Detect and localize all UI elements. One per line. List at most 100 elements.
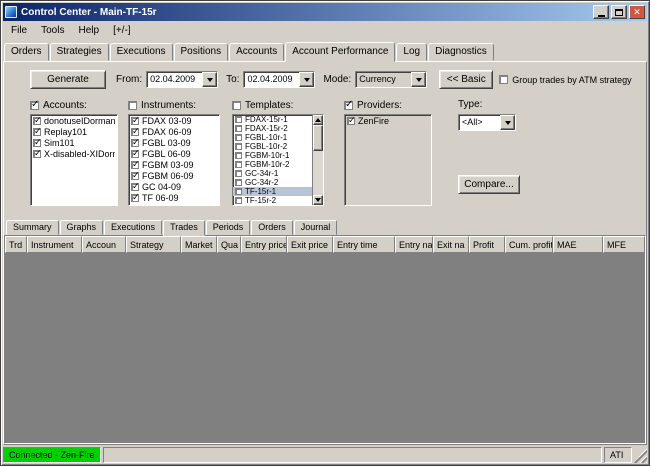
template-checkbox[interactable] bbox=[235, 134, 242, 141]
instrument-checkbox[interactable] bbox=[131, 160, 140, 169]
templates-listbox[interactable]: FDAX-15r-1 FDAX-15r-2 FGBL-10r-1 FGBL-10… bbox=[232, 114, 324, 206]
provider-checkbox[interactable] bbox=[347, 116, 356, 125]
accounts-select-all-checkbox[interactable] bbox=[30, 100, 39, 110]
compare-button[interactable]: Compare... bbox=[458, 175, 520, 194]
results-tab[interactable]: Executions bbox=[104, 220, 163, 235]
from-dropdown-button[interactable] bbox=[202, 72, 218, 87]
instrument-checkbox[interactable] bbox=[131, 149, 140, 158]
results-tab[interactable]: Periods bbox=[205, 220, 251, 235]
account-list-item[interactable]: X-disabled-XIDorm bbox=[31, 148, 117, 159]
basic-toggle-button[interactable]: << Basic bbox=[439, 70, 494, 89]
main-tab[interactable]: Log bbox=[396, 43, 428, 61]
mode-dropdown-button[interactable] bbox=[411, 72, 427, 87]
trades-column-header[interactable]: Exit na bbox=[433, 236, 469, 253]
menu-item[interactable]: File bbox=[4, 23, 34, 38]
template-checkbox[interactable] bbox=[235, 116, 242, 123]
trades-column-header[interactable]: Profit bbox=[469, 236, 505, 253]
trades-column-header[interactable]: MAE bbox=[553, 236, 603, 253]
main-tab[interactable]: Diagnostics bbox=[428, 43, 494, 61]
providers-listbox[interactable]: ZenFire bbox=[344, 114, 432, 206]
results-tab[interactable]: Graphs bbox=[59, 220, 104, 235]
template-list-item[interactable]: FGBL-10r-1 bbox=[233, 133, 312, 142]
main-tab[interactable]: Orders bbox=[4, 43, 49, 61]
template-checkbox[interactable] bbox=[235, 179, 242, 186]
menu-item[interactable]: Help bbox=[71, 23, 106, 38]
trades-column-header[interactable]: Entry time bbox=[333, 236, 395, 253]
template-list-item[interactable]: GC-34r-1 bbox=[233, 169, 312, 178]
to-dropdown-button[interactable] bbox=[299, 72, 315, 87]
template-list-item[interactable]: FDAX-15r-2 bbox=[233, 124, 312, 133]
template-checkbox[interactable] bbox=[235, 161, 242, 168]
instrument-list-item[interactable]: FGBM 06-09 bbox=[129, 170, 219, 181]
main-tab[interactable]: Strategies bbox=[49, 43, 109, 61]
main-tab[interactable]: Accounts bbox=[229, 43, 285, 61]
generate-button[interactable]: Generate bbox=[30, 70, 106, 89]
trades-column-header[interactable]: Market bbox=[181, 236, 217, 253]
instrument-checkbox[interactable] bbox=[131, 171, 140, 180]
instrument-list-item[interactable]: FGBL 03-09 bbox=[129, 137, 219, 148]
account-list-item[interactable]: donotuseIDorman bbox=[31, 115, 117, 126]
template-checkbox[interactable] bbox=[235, 152, 242, 159]
type-dropdown-button[interactable] bbox=[500, 115, 515, 130]
scrollbar-thumb[interactable] bbox=[313, 125, 323, 151]
template-list-item[interactable]: TF-15r-2 bbox=[233, 196, 312, 205]
from-date-combo[interactable]: 02.04.2009 bbox=[146, 71, 219, 88]
trades-column-header[interactable]: MFE bbox=[603, 236, 645, 253]
trades-column-header[interactable]: Instrument bbox=[27, 236, 82, 253]
template-list-item[interactable]: FGBM-10r-1 bbox=[233, 151, 312, 160]
results-tab[interactable]: Orders bbox=[251, 220, 293, 235]
maximize-button[interactable] bbox=[611, 5, 627, 19]
resize-grip-icon[interactable] bbox=[634, 447, 647, 463]
template-list-item[interactable]: GC-34r-2 bbox=[233, 178, 312, 187]
instrument-list-item[interactable]: TF 06-09 bbox=[129, 192, 219, 203]
template-checkbox[interactable] bbox=[235, 197, 242, 204]
menu-item[interactable]: [+/-] bbox=[106, 23, 138, 38]
template-checkbox[interactable] bbox=[235, 188, 242, 195]
instrument-list-item[interactable]: FGBL 06-09 bbox=[129, 148, 219, 159]
instrument-checkbox[interactable] bbox=[131, 127, 140, 136]
template-checkbox[interactable] bbox=[235, 170, 242, 177]
template-checkbox[interactable] bbox=[235, 143, 242, 150]
provider-list-item[interactable]: ZenFire bbox=[345, 115, 431, 126]
account-checkbox[interactable] bbox=[33, 149, 42, 158]
account-list-item[interactable]: Sim101 bbox=[31, 137, 117, 148]
template-list-item[interactable]: FGBL-10r-2 bbox=[233, 142, 312, 151]
titlebar[interactable]: Control Center - Main-TF-15r ✕ bbox=[3, 3, 647, 21]
trades-column-header[interactable]: Cum. profit bbox=[505, 236, 553, 253]
trades-column-header[interactable]: Entry na bbox=[395, 236, 433, 253]
scroll-down-button[interactable] bbox=[313, 195, 323, 205]
main-tab[interactable]: Executions bbox=[109, 43, 173, 61]
minimize-button[interactable] bbox=[593, 5, 609, 19]
main-tab[interactable]: Account Performance bbox=[285, 42, 396, 62]
instrument-list-item[interactable]: FDAX 06-09 bbox=[129, 126, 219, 137]
scrollbar-track[interactable] bbox=[313, 125, 323, 195]
account-checkbox[interactable] bbox=[33, 127, 42, 136]
close-button[interactable]: ✕ bbox=[629, 5, 645, 19]
trades-column-header[interactable]: Accoun bbox=[82, 236, 126, 253]
instrument-checkbox[interactable] bbox=[131, 138, 140, 147]
template-checkbox[interactable] bbox=[235, 125, 242, 132]
account-checkbox[interactable] bbox=[33, 116, 42, 125]
instrument-checkbox[interactable] bbox=[131, 193, 140, 202]
instrument-list-item[interactable]: FGBM 03-09 bbox=[129, 159, 219, 170]
results-tab[interactable]: Trades bbox=[163, 220, 205, 236]
accounts-listbox[interactable]: donotuseIDorman Replay101 Sim101 bbox=[30, 114, 118, 206]
account-checkbox[interactable] bbox=[33, 138, 42, 147]
templates-select-all-checkbox[interactable] bbox=[232, 101, 241, 110]
instruments-select-all-checkbox[interactable] bbox=[128, 101, 137, 110]
group-trades-checkbox-row[interactable]: Group trades by ATM strategy bbox=[499, 75, 632, 85]
trades-column-header[interactable]: Qua bbox=[217, 236, 241, 253]
type-combo[interactable]: <All> bbox=[458, 114, 516, 131]
providers-select-all-checkbox[interactable] bbox=[344, 100, 353, 110]
trades-column-header[interactable]: Entry price bbox=[241, 236, 287, 253]
template-list-item[interactable]: FGBM-10r-2 bbox=[233, 160, 312, 169]
mode-combo[interactable]: Currency bbox=[355, 71, 428, 88]
to-date-combo[interactable]: 02.04.2009 bbox=[243, 71, 316, 88]
templates-scrollbar[interactable] bbox=[312, 115, 323, 205]
account-list-item[interactable]: Replay101 bbox=[31, 126, 117, 137]
instrument-list-item[interactable]: GC 04-09 bbox=[129, 181, 219, 192]
results-tab[interactable]: Summary bbox=[6, 220, 59, 235]
instrument-checkbox[interactable] bbox=[131, 116, 140, 125]
results-tab[interactable]: Journal bbox=[293, 220, 338, 235]
menu-item[interactable]: Tools bbox=[34, 23, 71, 38]
